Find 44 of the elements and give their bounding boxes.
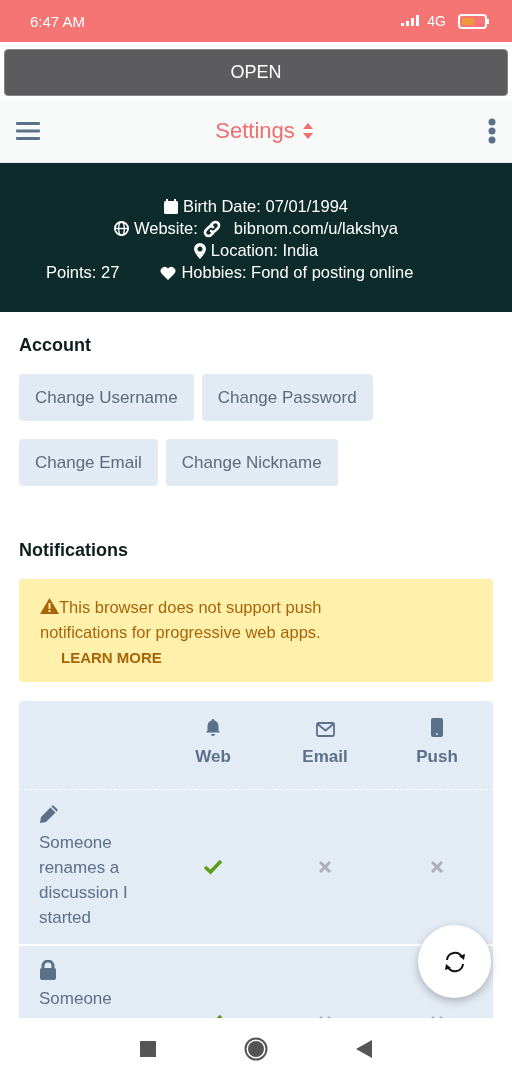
settings-dropdown[interactable]: Settings	[215, 117, 313, 144]
battery-icon	[458, 13, 490, 29]
column-header: Email	[302, 747, 348, 767]
link-icon	[202, 219, 221, 238]
envelope-icon	[315, 722, 335, 737]
check-icon[interactable]	[203, 859, 223, 875]
mobile-phone-icon	[431, 718, 443, 737]
signal-icon	[401, 15, 422, 27]
account-button[interactable]: Change Nickname	[165, 439, 338, 486]
clock-time: 6:47 AM	[30, 12, 86, 30]
bell-icon	[206, 719, 220, 737]
open-button[interactable]: OPEN	[4, 49, 508, 96]
back-icon[interactable]	[356, 1040, 372, 1058]
learn-more-link[interactable]: LEARN MORE	[61, 649, 472, 666]
menu-icon[interactable]	[16, 120, 40, 141]
column-header: Push	[416, 747, 458, 767]
sort-icon	[302, 122, 313, 139]
section-heading: Account	[19, 335, 92, 356]
pencil-icon	[39, 804, 59, 824]
heart-icon	[160, 265, 177, 280]
lock-icon	[39, 960, 57, 980]
calendar-icon	[163, 199, 178, 214]
section-heading: Notifications	[19, 540, 129, 561]
alert-message: This browser does not support push notifications for progressive web apps.	[40, 597, 323, 643]
location-pin-icon	[193, 242, 206, 259]
cross-icon[interactable]	[430, 860, 444, 874]
points: Points: 27	[46, 263, 120, 282]
notification-label: Someone	[39, 988, 112, 1010]
warning-icon	[40, 598, 59, 614]
website-label: Website:	[133, 219, 198, 238]
account-button[interactable]: Change Username	[19, 374, 194, 421]
more-options-icon[interactable]	[488, 117, 496, 144]
account-button[interactable]: Change Email	[19, 439, 158, 486]
home-icon[interactable]	[244, 1037, 268, 1061]
account-button[interactable]: Change Password	[201, 374, 373, 421]
column-header: Web	[195, 747, 231, 767]
birth-date: Birth Date: 07/01/1994	[182, 197, 349, 216]
notification-label: Someone renames a discussion I started	[39, 832, 129, 929]
network-type: 4G	[427, 13, 446, 29]
location: Location: India	[210, 241, 319, 260]
cross-icon[interactable]	[318, 860, 332, 874]
website-link[interactable]: bibnom.com/u/lakshya	[233, 219, 399, 238]
globe-icon	[113, 221, 129, 236]
hobbies: Hobbies: Fond of posting online	[181, 263, 414, 282]
